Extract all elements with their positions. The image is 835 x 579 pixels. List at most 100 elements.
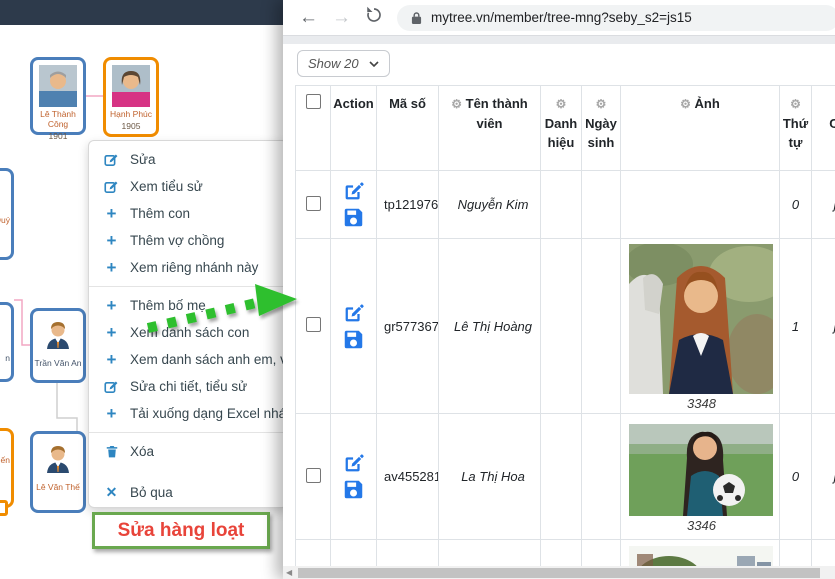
save-icon[interactable] — [343, 479, 364, 500]
menu-item-label: Xem danh sách anh em, vợ ch — [130, 352, 288, 367]
edit-square-icon — [103, 379, 120, 394]
gear-icon[interactable]: ⚙ — [556, 97, 567, 111]
table-row: gr577367 Lê Thị Hoàng — [296, 239, 835, 414]
address-bar[interactable]: mytree.vn/member/tree-mng?seby_s2=js15 — [397, 5, 835, 31]
page-top-strip — [283, 36, 835, 44]
person-name: Lê Thành Công — [33, 109, 83, 129]
edit-square-icon — [103, 152, 120, 167]
header-name-label: Tên thành viên — [466, 96, 528, 131]
trash-icon — [103, 444, 120, 459]
member-table: Action Mã số ⚙ Tên thành viên ⚙ Danh hiệu… — [295, 85, 835, 579]
person-card-le-van-the[interactable]: Lê Văn Thế — [30, 431, 86, 513]
menu-item-them-vo-chong[interactable]: + Thêm vợ chồng — [89, 227, 287, 254]
save-icon[interactable] — [343, 329, 364, 350]
edit-icon[interactable] — [343, 181, 364, 202]
person-card-le-thanh-cong[interactable]: Lê Thành Công 1901 — [30, 57, 86, 135]
partial-person-card[interactable]: n — [0, 302, 14, 382]
edit-icon[interactable] — [343, 453, 364, 474]
menu-item-xoa[interactable]: Xóa — [89, 438, 287, 465]
partial-person-card[interactable] — [0, 500, 8, 516]
header-father: ⚙Cha — [812, 86, 835, 171]
reload-icon[interactable] — [365, 6, 383, 29]
menu-item-tai-xuong-excel[interactable]: + Tải xuống dạng Excel nhánh — [89, 400, 287, 427]
partial-name: ến — [1, 455, 10, 465]
member-photo[interactable] — [629, 244, 773, 394]
row-checkbox[interactable] — [306, 196, 321, 211]
header-code[interactable]: Mã số — [377, 86, 439, 171]
member-name[interactable]: Nguyễn Kim — [439, 171, 541, 239]
member-dob — [582, 414, 621, 540]
header-name[interactable]: ⚙ Tên thành viên — [439, 86, 541, 171]
partial-name: Quý — [0, 215, 10, 225]
menu-item-xem-danh-sach-con[interactable]: + Xem danh sách con — [89, 319, 287, 346]
menu-item-label: Bỏ qua — [130, 485, 173, 500]
menu-item-label: Xem riêng nhánh này — [130, 260, 258, 275]
person-card-tran-van-an[interactable]: Trần Văn An — [30, 308, 86, 383]
menu-item-label: Xem tiểu sử — [130, 179, 203, 194]
menu-item-label: Sửa — [130, 152, 156, 167]
member-father: js15 — [812, 414, 835, 540]
person-year: 1905 — [106, 121, 156, 131]
header-father-label: Cha — [829, 116, 835, 131]
person-avatar — [33, 443, 83, 482]
menu-item-label: Sửa chi tiết, tiểu sử — [130, 379, 247, 394]
partial-person-card[interactable]: Quý — [0, 168, 14, 260]
photo-caption: 3348 — [629, 396, 774, 411]
menu-item-them-bo-me[interactable]: + Thêm bố mẹ — [89, 292, 287, 319]
menu-item-sua-chi-tiet[interactable]: Sửa chi tiết, tiểu sử — [89, 373, 287, 400]
menu-item-label: Thêm con — [130, 206, 190, 221]
header-order[interactable]: ⚙ Thứ tự — [780, 86, 812, 171]
member-photo[interactable] — [629, 424, 773, 516]
man-portrait-placeholder — [39, 65, 77, 107]
menu-item-sua[interactable]: Sửa — [89, 146, 287, 173]
bulk-edit-label: Sửa hàng loạt — [118, 520, 245, 542]
menu-item-xem-danh-sach-anh-em[interactable]: + Xem danh sách anh em, vợ ch — [89, 346, 287, 373]
member-photo-cell: 3348 — [621, 239, 780, 414]
gear-icon[interactable]: ⚙ — [790, 97, 801, 111]
male-avatar-icon — [41, 319, 75, 353]
edit-square-icon — [103, 179, 120, 194]
header-title-label: Danh hiệu — [545, 116, 578, 150]
row-actions — [331, 447, 376, 506]
menu-item-xem-rieng-nhanh[interactable]: + Xem riêng nhánh này — [89, 254, 287, 281]
row-checkbox[interactable] — [306, 317, 321, 332]
member-order: 0 — [780, 414, 812, 540]
member-order: 1 — [780, 239, 812, 414]
person-card-hanh-phuc[interactable]: Hạnh Phúc 1905 — [103, 57, 159, 137]
menu-item-them-con[interactable]: + Thêm con — [89, 200, 287, 227]
row-checkbox[interactable] — [306, 468, 321, 483]
header-order-label: Thứ tự — [783, 116, 808, 150]
gear-icon[interactable]: ⚙ — [596, 97, 607, 111]
header-dob-label: Ngày sinh — [585, 116, 617, 150]
tree-context-menu: Sửa Xem tiểu sử + Thêm con + Thêm vợ chồ… — [88, 140, 288, 508]
scrollbar-thumb[interactable] — [298, 568, 820, 578]
menu-separator — [89, 286, 287, 287]
member-title — [541, 239, 582, 414]
save-icon[interactable] — [343, 207, 364, 228]
member-code: gr577367 — [377, 239, 439, 414]
person-name: Lê Văn Thế — [33, 482, 83, 492]
header-action: Action — [331, 86, 377, 171]
browser-window: ← → mytree.vn/member/tree-mng?seby_s2=js… — [283, 0, 835, 579]
page-size-select[interactable]: Show 20 — [297, 50, 390, 77]
menu-item-label: Thêm bố mẹ — [130, 298, 206, 313]
back-icon[interactable]: ← — [299, 8, 318, 27]
edit-icon[interactable] — [343, 303, 364, 324]
photo-soccer-girl-placeholder — [629, 424, 773, 516]
member-order: 0 — [780, 171, 812, 239]
close-icon: ✕ — [103, 484, 120, 501]
select-all-checkbox[interactable] — [306, 94, 321, 109]
member-name[interactable]: Lê Thị Hoàng — [439, 239, 541, 414]
menu-item-bo-qua[interactable]: ✕ Bỏ qua — [89, 479, 287, 506]
plus-icon: + — [103, 324, 120, 341]
menu-item-xem-tieu-su[interactable]: Xem tiểu sử — [89, 173, 287, 200]
row-actions — [331, 297, 376, 356]
lock-icon — [411, 11, 422, 25]
gear-icon[interactable]: ⚙ — [451, 97, 462, 111]
gear-icon[interactable]: ⚙ — [680, 97, 691, 111]
member-name[interactable]: La Thị Hoa — [439, 414, 541, 540]
partial-person-card[interactable]: ến — [0, 428, 14, 508]
forward-icon[interactable]: → — [332, 8, 351, 27]
scroll-left-arrow-icon[interactable]: ◀ — [286, 568, 292, 577]
horizontal-scrollbar[interactable]: ◀ — [283, 566, 835, 579]
